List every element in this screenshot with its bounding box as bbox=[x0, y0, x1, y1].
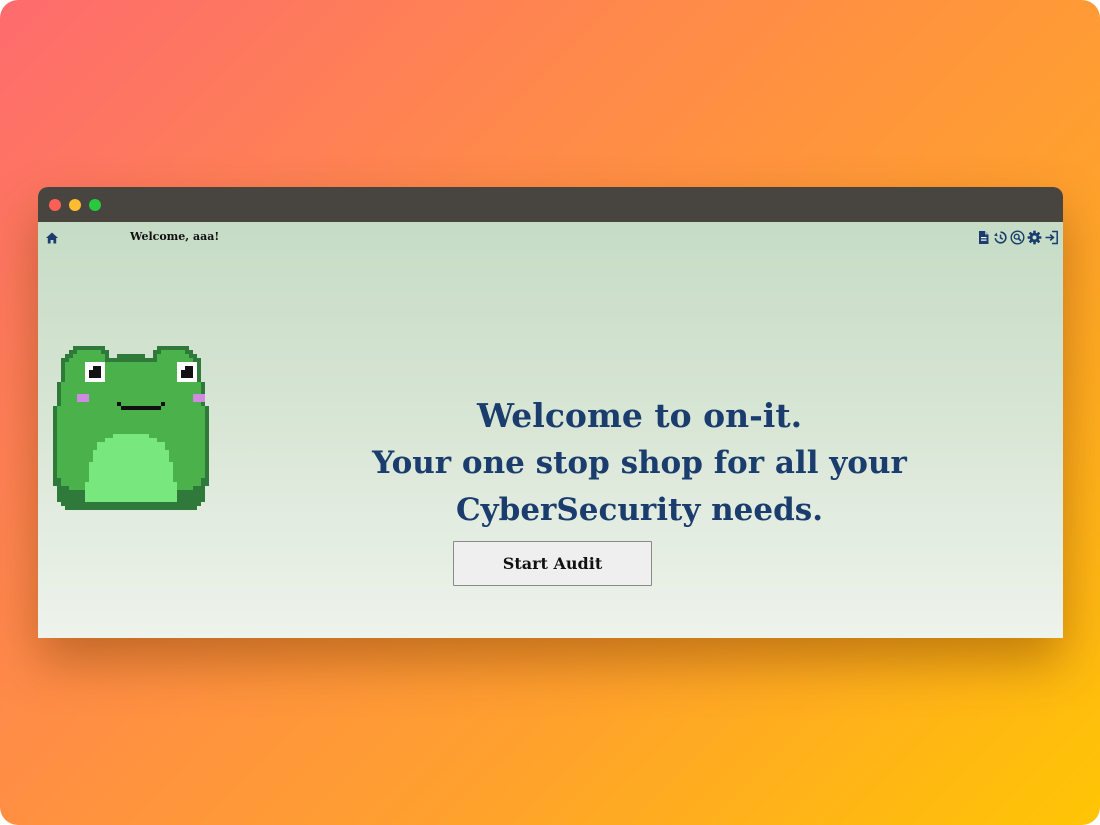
desktop-background: Welcome, aaa! Welcome to on-it. Your one… bbox=[0, 0, 1100, 825]
page-content: Welcome, aaa! Welcome to on-it. Your one… bbox=[38, 222, 1063, 638]
start-audit-button[interactable]: Start Audit bbox=[453, 541, 652, 586]
gear-icon[interactable] bbox=[1027, 230, 1042, 245]
welcome-user-text: Welcome, aaa! bbox=[130, 230, 220, 243]
pixel-frog-icon bbox=[53, 346, 209, 510]
search-icon[interactable] bbox=[1010, 230, 1025, 245]
browser-window: Welcome, aaa! Welcome to on-it. Your one… bbox=[38, 187, 1063, 638]
minimize-window-button[interactable] bbox=[69, 199, 81, 211]
history-icon[interactable] bbox=[993, 230, 1008, 245]
maximize-window-button[interactable] bbox=[89, 199, 101, 211]
hero-subtitle: Your one stop shop for all your CyberSec… bbox=[372, 445, 907, 528]
nav-toolbar bbox=[976, 230, 1059, 245]
window-titlebar bbox=[38, 187, 1063, 222]
logout-icon[interactable] bbox=[1044, 230, 1059, 245]
hero-title: Welcome to on-it. bbox=[476, 396, 803, 435]
document-icon[interactable] bbox=[976, 230, 991, 245]
close-window-button[interactable] bbox=[49, 199, 61, 211]
hero-heading: Welcome to on-it. Your one stop shop for… bbox=[248, 392, 1031, 534]
home-icon[interactable] bbox=[45, 231, 59, 245]
